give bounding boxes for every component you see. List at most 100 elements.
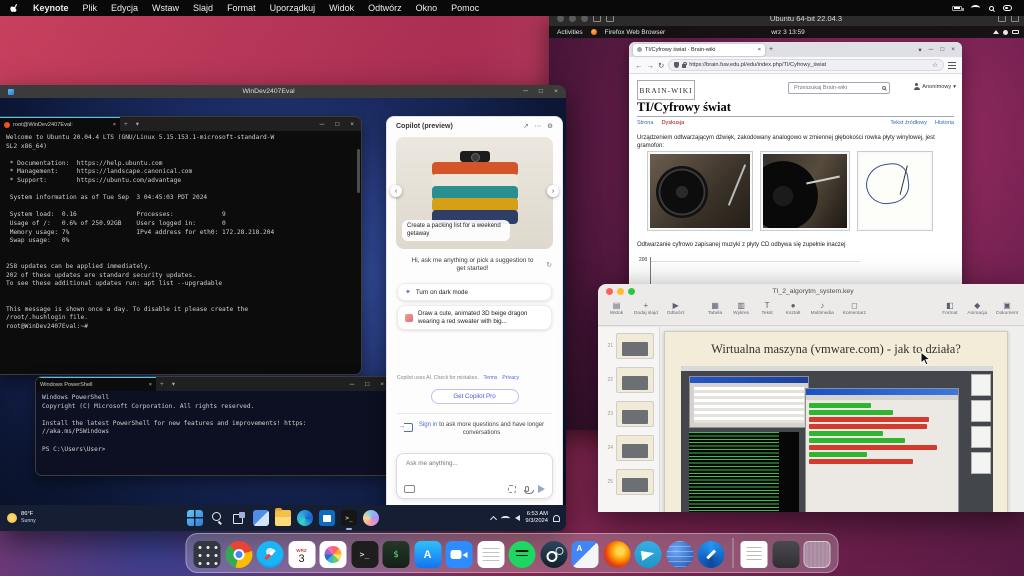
new-tab-icon[interactable]: + <box>120 121 132 128</box>
store-button[interactable] <box>319 510 335 526</box>
tab-close-icon[interactable]: × <box>149 382 152 388</box>
activities-button[interactable]: Activities <box>557 29 583 36</box>
close-icon[interactable]: × <box>380 381 384 388</box>
menu-edycja[interactable]: Edycja <box>104 3 145 13</box>
steam-icon[interactable] <box>540 541 567 568</box>
settings-gear-icon[interactable]: ⚙ <box>547 122 553 130</box>
toolbar-animate-button[interactable]: ◆Animacja <box>967 301 987 316</box>
toolbar-play-button[interactable]: ▶Odtwórz <box>667 301 685 316</box>
tab-dropdown-icon[interactable]: ▾ <box>132 120 143 128</box>
task-view-button[interactable] <box>231 510 247 526</box>
menu-keynote[interactable]: Keynote <box>26 3 76 13</box>
terminal-body[interactable]: Welcome to Ubuntu 20.04.4 LTS (GNU/Linux… <box>0 131 361 374</box>
refresh-icon[interactable]: ↻ <box>546 261 552 269</box>
send-icon[interactable] <box>538 485 545 493</box>
new-tab-icon[interactable]: + <box>156 381 168 388</box>
window-maximize-icon[interactable]: □ <box>940 46 944 53</box>
menu-uporzadkuj[interactable]: Uporządkuj <box>263 3 323 13</box>
toolbar-view-button[interactable]: ▤Widok <box>608 301 625 316</box>
photos-icon[interactable] <box>320 541 347 568</box>
edge-button[interactable] <box>297 510 313 526</box>
terminal-button[interactable]: >_ <box>341 510 357 526</box>
gif-icon[interactable] <box>404 485 415 493</box>
list-tabs-icon[interactable]: ▾ <box>918 46 921 54</box>
file-explorer-button[interactable] <box>275 510 291 526</box>
menu-format[interactable]: Format <box>220 3 263 13</box>
minimize-icon[interactable]: ─ <box>350 381 355 388</box>
terminal-titlebar[interactable]: root@WinDev2407Eval: × + ▾ ─ □ × <box>0 117 361 131</box>
chrome-icon[interactable] <box>225 541 252 568</box>
suggestion-dark-mode[interactable]: ✦ Turn on dark mode <box>397 283 552 301</box>
menu-plik[interactable]: Plik <box>76 3 105 13</box>
tab-dropdown-icon[interactable]: ▾ <box>168 380 179 388</box>
link-historia[interactable]: Historia <box>935 120 954 126</box>
wiki-search[interactable] <box>788 82 890 94</box>
maximize-icon[interactable]: □ <box>365 381 369 388</box>
back-icon[interactable]: ← <box>635 61 643 70</box>
maximize-icon[interactable]: □ <box>335 121 339 128</box>
toolbar-format-button[interactable]: ◧Format <box>941 301 958 316</box>
tray-chevron-icon[interactable] <box>490 515 497 522</box>
menu-widok[interactable]: Widok <box>322 3 361 13</box>
spotify-icon[interactable] <box>509 541 536 568</box>
close-icon[interactable]: × <box>350 121 354 128</box>
slide-thumbnail[interactable]: 24 <box>603 435 654 461</box>
toolbar-add-slide-button[interactable]: +Dodaj slajd <box>634 301 658 316</box>
app-store-icon[interactable]: A <box>414 541 441 568</box>
terminal-icon[interactable]: >_ <box>351 541 378 568</box>
control-center-icon[interactable] <box>1003 5 1012 11</box>
safari-icon[interactable] <box>257 541 284 568</box>
forward-icon[interactable]: → <box>647 61 655 70</box>
firefox-icon[interactable] <box>603 541 630 568</box>
widgets-button[interactable] <box>253 510 269 526</box>
globe-icon[interactable] <box>666 541 693 568</box>
menu-okno[interactable]: Okno <box>409 3 445 13</box>
window-close-icon[interactable]: × <box>951 46 955 53</box>
search-icon[interactable] <box>989 6 994 11</box>
calendar-icon[interactable]: WRZ 3 <box>288 541 315 568</box>
dev-terminal-icon[interactable]: $ <box>383 541 410 568</box>
powershell-tab[interactable]: Windows PowerShell × <box>36 377 156 391</box>
close-icon[interactable]: × <box>554 88 558 95</box>
sign-in-link[interactable]: Sign in <box>419 421 438 428</box>
url-bar[interactable]: https://brain.fuw.edu.pl/edu/index.php/T… <box>668 59 944 71</box>
apple-menu-icon[interactable] <box>0 3 26 14</box>
bookmark-star-icon[interactable]: ☆ <box>932 61 938 69</box>
windows-vm-titlebar[interactable]: WinDev2407Eval ─ □ × <box>0 85 566 98</box>
slide-thumbnail[interactable]: 23 <box>603 401 654 427</box>
toolbar-text-button[interactable]: TTekst <box>759 301 776 316</box>
gramophone-sketch[interactable] <box>857 151 933 231</box>
toolbar-chart-button[interactable]: ▥Wykres <box>733 301 750 316</box>
keynote-titlebar[interactable]: TI_2_algorytm_system.key <box>598 284 1024 299</box>
suggestion-draw-dragon[interactable]: Draw a cute, animated 3D beige dragon we… <box>397 305 552 330</box>
new-tab-button[interactable]: + <box>769 46 773 53</box>
browser-tab[interactable]: TI/Cyfrowy świat - Brain-wiki × <box>633 44 765 56</box>
app-menu[interactable]: Firefox Web Browser <box>605 29 666 36</box>
toolbar-media-button[interactable]: ♪Multimedia <box>811 301 834 316</box>
tab-close-icon[interactable]: × <box>113 122 116 128</box>
downloads-stack-icon[interactable] <box>772 541 799 568</box>
wifi-icon[interactable] <box>971 5 980 11</box>
link-tekst-zrodlowy[interactable]: Tekst źródłowy <box>890 120 927 126</box>
carousel-prev-button[interactable]: ‹ <box>390 185 402 197</box>
notification-bell-icon[interactable] <box>553 515 560 522</box>
slide-thumbnail[interactable]: 21 <box>603 333 654 359</box>
wiki-logo[interactable]: BRAIN-WIKI <box>637 80 695 100</box>
recent-document-icon[interactable] <box>741 541 768 568</box>
hamburger-menu-icon[interactable] <box>948 62 956 69</box>
translate-icon[interactable]: A <box>572 541 599 568</box>
toolbar-shape-button[interactable]: ●Kształt <box>785 301 802 316</box>
tracking-shield-icon[interactable] <box>674 62 679 68</box>
wifi-icon[interactable] <box>501 516 510 521</box>
more-icon[interactable]: ⋯ <box>535 122 542 130</box>
tab-strona[interactable]: Strona <box>637 120 653 126</box>
menu-odtworz[interactable]: Odtwórz <box>361 3 409 13</box>
menu-wstaw[interactable]: Wstaw <box>145 3 186 13</box>
battery-icon[interactable] <box>952 6 962 11</box>
powershell-body[interactable]: Windows PowerShell Copyright (C) Microso… <box>36 391 391 475</box>
popout-icon[interactable]: ↗ <box>523 122 528 130</box>
copilot-button[interactable] <box>363 510 379 526</box>
tab-close-icon[interactable]: × <box>758 47 761 53</box>
volume-icon[interactable] <box>515 515 520 521</box>
get-copilot-pro-button[interactable]: Get Copilot Pro <box>431 389 519 404</box>
